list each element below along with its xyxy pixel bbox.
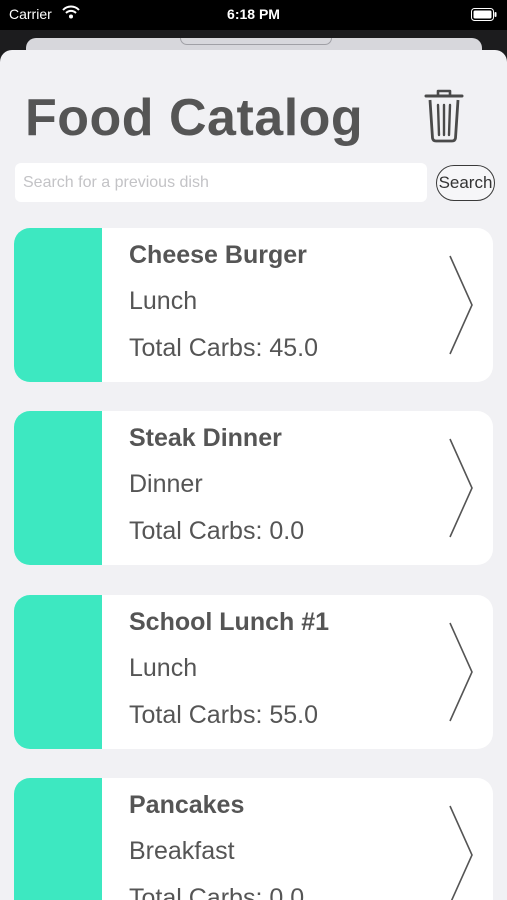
carbs-label: Total Carbs: <box>129 884 263 900</box>
food-name: Steak Dinner <box>129 424 282 452</box>
chevron-right-icon <box>449 255 473 355</box>
food-name: School Lunch #1 <box>129 608 330 636</box>
food-card-pancakes[interactable]: Pancakes Breakfast Total Carbs: 0.0 <box>14 778 493 900</box>
food-card-cheese-burger[interactable]: Cheese Burger Lunch Total Carbs: 45.0 <box>14 228 493 382</box>
carbs-label: Total Carbs: <box>129 517 263 545</box>
search-input[interactable] <box>15 163 427 202</box>
meal-type: Lunch <box>129 654 198 682</box>
card-accent <box>14 778 102 900</box>
page-title: Food Catalog <box>25 89 364 147</box>
food-name: Pancakes <box>129 791 245 819</box>
food-card-school-lunch[interactable]: School Lunch #1 Lunch Total Carbs: 55.0 <box>14 595 493 749</box>
clock: 6:18 PM <box>227 6 280 22</box>
search-button[interactable]: Search <box>436 165 495 201</box>
carbs-value: 55.0 <box>269 701 319 729</box>
battery-icon <box>471 8 497 21</box>
chevron-right-icon <box>449 438 473 538</box>
total-carbs: Total Carbs: 0.0 <box>129 517 304 546</box>
card-accent <box>14 411 102 565</box>
food-card-steak-dinner[interactable]: Steak Dinner Dinner Total Carbs: 0.0 <box>14 411 493 565</box>
sheet-grabber <box>180 38 332 45</box>
card-accent <box>14 595 102 749</box>
chevron-right-icon <box>449 805 473 900</box>
carbs-value: 0.0 <box>269 884 305 900</box>
carbs-label: Total Carbs: <box>129 701 263 729</box>
total-carbs: Total Carbs: 55.0 <box>129 701 318 730</box>
meal-type: Lunch <box>129 287 198 315</box>
carbs-value: 45.0 <box>269 334 319 362</box>
food-name: Cheese Burger <box>129 241 307 269</box>
trash-icon[interactable] <box>420 88 468 144</box>
status-bar: Carrier 6:18 PM <box>0 0 507 30</box>
card-accent <box>14 228 102 382</box>
food-catalog-sheet: Food Catalog Search Cheese Burger Lunch … <box>0 50 507 900</box>
total-carbs: Total Carbs: 45.0 <box>129 334 318 363</box>
chevron-right-icon <box>449 622 473 722</box>
carbs-label: Total Carbs: <box>129 334 263 362</box>
carbs-value: 0.0 <box>269 517 305 545</box>
total-carbs: Total Carbs: 0.0 <box>129 884 304 900</box>
meal-type: Dinner <box>129 470 203 498</box>
meal-type: Breakfast <box>129 837 235 865</box>
